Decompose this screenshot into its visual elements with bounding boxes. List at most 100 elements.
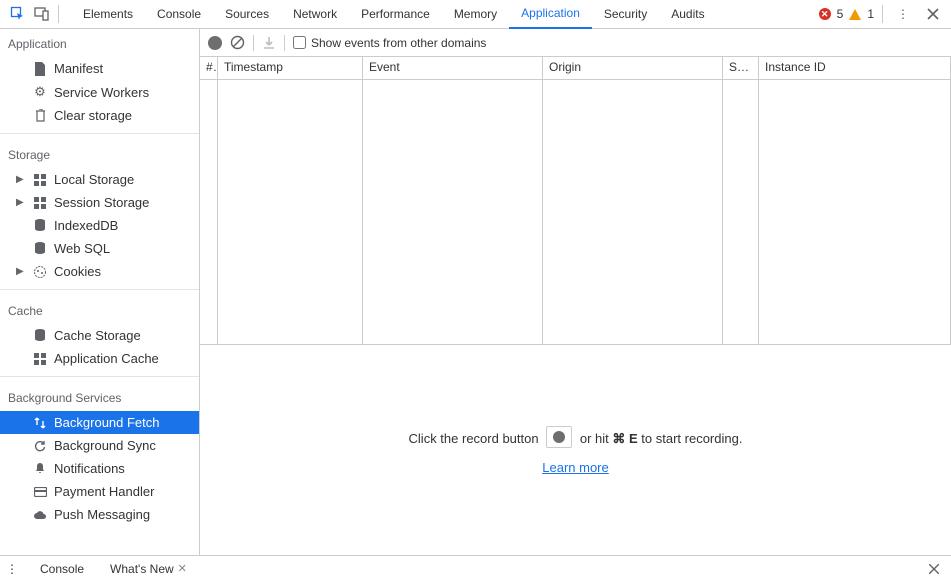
label: Application Cache	[54, 351, 159, 366]
col-timestamp[interactable]: Timestamp	[218, 57, 363, 79]
drawer: ⋮ Console What's New ✕	[0, 555, 951, 581]
label: Service Workers	[54, 85, 149, 100]
section-bg-services: Background Services	[0, 383, 199, 411]
placeholder-pre: Click the record button	[409, 431, 539, 446]
col-num[interactable]: #	[200, 57, 218, 79]
expand-arrow-icon[interactable]: ▶	[16, 174, 26, 185]
label: Console	[40, 562, 84, 576]
tab-memory[interactable]: Memory	[442, 0, 509, 29]
separator	[284, 35, 285, 51]
card-icon	[33, 487, 47, 497]
database-icon	[33, 329, 47, 342]
tab-network[interactable]: Network	[281, 0, 349, 29]
placeholder-post-b: to start recording.	[638, 431, 743, 446]
sidebar-item-background-fetch[interactable]: Background Fetch	[0, 411, 199, 434]
drawer-close-icon[interactable]	[929, 564, 945, 574]
sidebar-item-payment-handler[interactable]: Payment Handler	[0, 480, 199, 503]
col-instance-id[interactable]: Instance ID	[759, 57, 951, 79]
warning-count[interactable]: 1	[867, 7, 874, 21]
sidebar-item-service-workers[interactable]: ⚙Service Workers	[0, 80, 199, 104]
tab-console[interactable]: Console	[145, 0, 213, 29]
cookie-icon	[33, 266, 47, 278]
sidebar-item-manifest[interactable]: Manifest	[0, 57, 199, 80]
drawer-tab-whats-new[interactable]: What's New ✕	[102, 562, 195, 576]
sync-icon	[33, 440, 47, 452]
trash-icon	[33, 109, 47, 122]
label: Cookies	[54, 264, 101, 279]
sidebar-item-application-cache[interactable]: Application Cache	[0, 347, 199, 370]
placeholder-text: Click the record button or hit ⌘ E to st…	[409, 426, 743, 448]
database-icon	[33, 242, 47, 255]
sidebar-item-local-storage[interactable]: ▶ Local Storage	[0, 168, 199, 191]
warning-icon[interactable]	[849, 9, 861, 20]
topbar-right: ✕ 5 1 ⋮	[819, 2, 945, 26]
devtools-topbar: Elements Console Sources Network Perform…	[0, 0, 951, 29]
placeholder-post-a: or hit	[580, 431, 613, 446]
sidebar-item-clear-storage[interactable]: Clear storage	[0, 104, 199, 127]
section-cache: Cache	[0, 296, 199, 324]
label: Local Storage	[54, 172, 134, 187]
label: IndexedDB	[54, 218, 118, 233]
section-application: Application	[0, 29, 199, 57]
sidebar-item-indexeddb[interactable]: IndexedDB	[0, 214, 199, 237]
expand-arrow-icon[interactable]: ▶	[16, 197, 26, 208]
section-storage: Storage	[0, 140, 199, 168]
record-button[interactable]	[208, 36, 222, 50]
separator	[253, 35, 254, 51]
drawer-tab-console[interactable]: Console	[32, 562, 92, 576]
col-storage-key[interactable]: S…	[723, 57, 759, 79]
cloud-icon	[33, 510, 47, 520]
more-menu-icon[interactable]: ⋮	[891, 2, 915, 26]
main-panel: Show events from other domains # Timesta…	[200, 29, 951, 555]
download-button[interactable]	[262, 36, 276, 50]
col-event[interactable]: Event	[363, 57, 543, 79]
label: What's New	[110, 562, 174, 576]
tab-security[interactable]: Security	[592, 0, 659, 29]
inspect-icon[interactable]	[6, 2, 30, 26]
show-other-domains-checkbox[interactable]: Show events from other domains	[293, 36, 486, 50]
label: Background Fetch	[54, 415, 160, 430]
application-sidebar: Application Manifest ⚙Service Workers Cl…	[0, 29, 200, 555]
placeholder-shortcut: ⌘ E	[612, 431, 637, 446]
record-button-inline[interactable]	[546, 426, 572, 448]
events-table-header: # Timestamp Event Origin S… Instance ID	[200, 57, 951, 80]
close-icon[interactable]: ✕	[178, 562, 187, 575]
checkbox-input[interactable]	[293, 36, 306, 49]
grid-icon	[33, 353, 47, 365]
tab-sources[interactable]: Sources	[213, 0, 281, 29]
sidebar-item-websql[interactable]: Web SQL	[0, 237, 199, 260]
tab-audits[interactable]: Audits	[659, 0, 716, 29]
label: Clear storage	[54, 108, 132, 123]
panel-tabs: Elements Console Sources Network Perform…	[71, 0, 819, 29]
learn-more-link[interactable]: Learn more	[542, 460, 608, 475]
grid-icon	[33, 197, 47, 209]
expand-arrow-icon[interactable]: ▶	[16, 266, 26, 277]
events-table-body	[200, 80, 951, 345]
separator	[58, 5, 59, 23]
database-icon	[33, 219, 47, 232]
label: Background Sync	[54, 438, 156, 453]
bg-fetch-toolbar: Show events from other domains	[200, 29, 951, 57]
drawer-menu-icon[interactable]: ⋮	[6, 562, 22, 576]
error-count[interactable]: 5	[837, 7, 844, 21]
sidebar-item-notifications[interactable]: Notifications	[0, 457, 199, 480]
label: Web SQL	[54, 241, 110, 256]
sidebar-item-push-messaging[interactable]: Push Messaging	[0, 503, 199, 526]
sidebar-item-cookies[interactable]: ▶ Cookies	[0, 260, 199, 283]
label: Payment Handler	[54, 484, 154, 499]
tab-elements[interactable]: Elements	[71, 0, 145, 29]
sidebar-item-background-sync[interactable]: Background Sync	[0, 434, 199, 457]
swap-icon	[33, 417, 47, 429]
col-origin[interactable]: Origin	[543, 57, 723, 79]
recording-placeholder: Click the record button or hit ⌘ E to st…	[200, 345, 951, 555]
error-icon[interactable]: ✕	[819, 8, 831, 20]
tab-application[interactable]: Application	[509, 0, 592, 29]
sidebar-item-session-storage[interactable]: ▶Session Storage	[0, 191, 199, 214]
device-toggle-icon[interactable]	[30, 2, 54, 26]
label: Manifest	[54, 61, 103, 76]
tab-performance[interactable]: Performance	[349, 0, 442, 29]
close-devtools-icon[interactable]	[921, 2, 945, 26]
label: Cache Storage	[54, 328, 141, 343]
clear-button[interactable]	[230, 35, 245, 50]
sidebar-item-cache-storage[interactable]: Cache Storage	[0, 324, 199, 347]
